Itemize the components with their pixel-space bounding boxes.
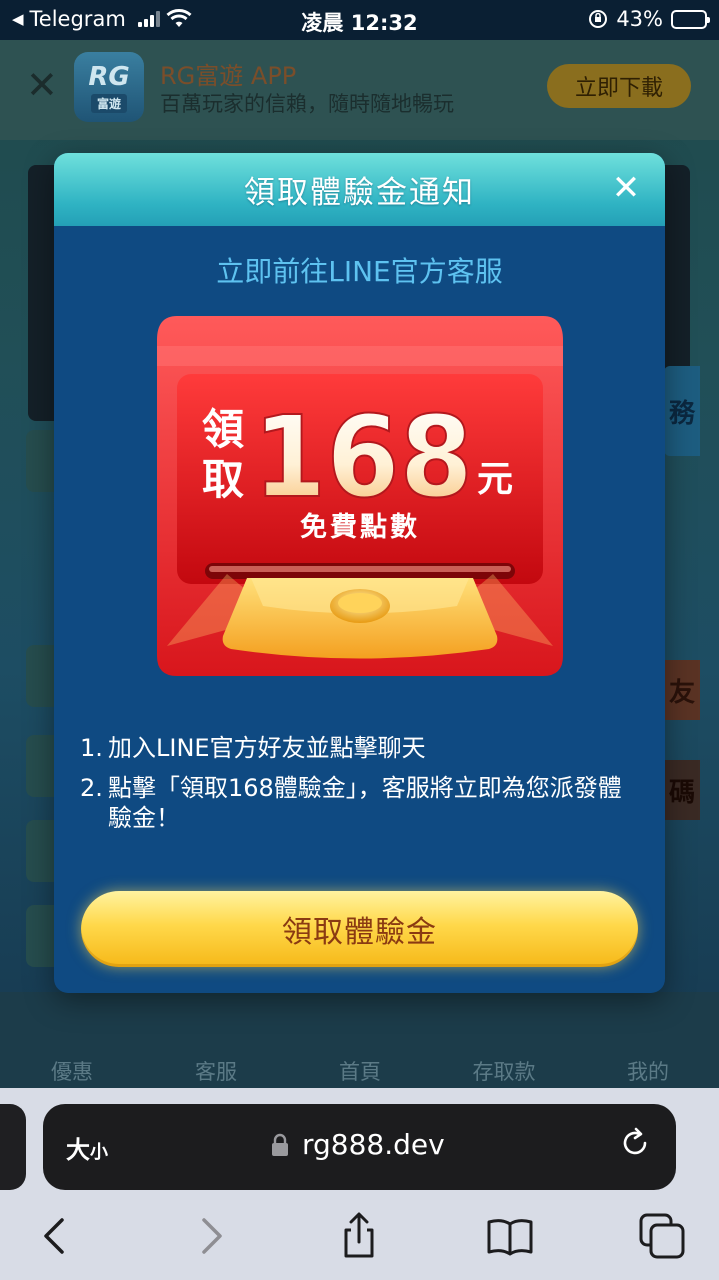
instructions-list: 1. 加入LINE官方好友並點擊聊天 2. 點擊「領取168體驗金」，客服將立即…	[80, 733, 640, 843]
text-size-small: 小	[90, 1142, 108, 1163]
side-tab-friend[interactable]: 友	[664, 660, 700, 720]
back-icon[interactable]	[32, 1212, 80, 1260]
lock-icon	[272, 1133, 288, 1156]
battery-icon	[671, 9, 710, 29]
app-logo: RG 富遊	[74, 52, 144, 122]
instruction-number: 1.	[80, 734, 103, 762]
modal-title: 領取體驗金通知	[244, 175, 475, 211]
modal-subtitle[interactable]: 立即前往LINE官方客服	[54, 250, 665, 290]
modal-header: 領取體驗金通知 ✕	[54, 153, 665, 226]
download-button[interactable]: 立即下載	[547, 64, 691, 108]
share-icon[interactable]	[335, 1212, 383, 1260]
text-size-button[interactable]: 大小	[66, 1130, 108, 1165]
claim-bonus-button[interactable]: 領取體驗金	[81, 891, 638, 967]
battery-percent: 43%	[616, 7, 663, 31]
banner-subtitle: 百萬玩家的信賴，隨時隨地暢玩	[160, 92, 454, 116]
envelope-caption: 免費點數	[300, 512, 420, 543]
red-envelope-illustration: 領 取 168 元 免費點數	[157, 316, 563, 676]
side-tab-task[interactable]: 務	[664, 366, 700, 456]
nav-item-deposit[interactable]: 存取款	[449, 1056, 559, 1086]
envelope-claim-top: 領	[202, 405, 244, 454]
url-text[interactable]: rg888.dev	[302, 1128, 445, 1161]
close-icon[interactable]: ✕	[26, 66, 58, 104]
nav-item-promo[interactable]: 優惠	[17, 1056, 127, 1086]
orientation-lock-icon	[589, 10, 608, 28]
text-size-large: 大	[66, 1136, 90, 1164]
status-bar: ◀ Telegram 凌晨 12:32 43%	[0, 0, 719, 40]
instruction-text: 點擊「領取168體驗金」，客服將立即為您派發體驗金！	[108, 774, 622, 832]
reload-icon[interactable]	[618, 1126, 652, 1160]
envelope-amount: 168	[253, 393, 473, 523]
banner-title: RG富遊 APP	[160, 62, 297, 90]
bookmarks-icon[interactable]	[486, 1212, 534, 1260]
app-logo-text: RG	[88, 61, 130, 92]
envelope-unit: 元	[477, 459, 513, 500]
nav-item-home[interactable]: 首頁	[305, 1056, 415, 1086]
instruction-text: 加入LINE官方好友並點擊聊天	[108, 734, 426, 762]
instruction-number: 2.	[80, 774, 103, 802]
tabs-icon[interactable]	[638, 1212, 686, 1260]
previous-tab-preview[interactable]	[0, 1104, 26, 1190]
side-tab-code[interactable]: 碼	[664, 760, 700, 820]
forward-icon[interactable]	[186, 1212, 234, 1260]
modal-close-icon[interactable]: ✕	[609, 171, 643, 205]
nav-item-support[interactable]: 客服	[161, 1056, 271, 1086]
trial-bonus-modal: 領取體驗金通知 ✕ 立即前往LINE官方客服 領 取 168 元 免費點數 1.…	[54, 153, 665, 993]
envelope-claim-bottom: 取	[202, 455, 244, 504]
nav-item-me[interactable]: 我的	[593, 1056, 703, 1086]
app-logo-sub: 富遊	[90, 93, 127, 113]
instruction-item: 1. 加入LINE官方好友並點擊聊天	[80, 733, 640, 763]
instruction-item: 2. 點擊「領取168體驗金」，客服將立即為您派發體驗金！	[80, 773, 640, 833]
